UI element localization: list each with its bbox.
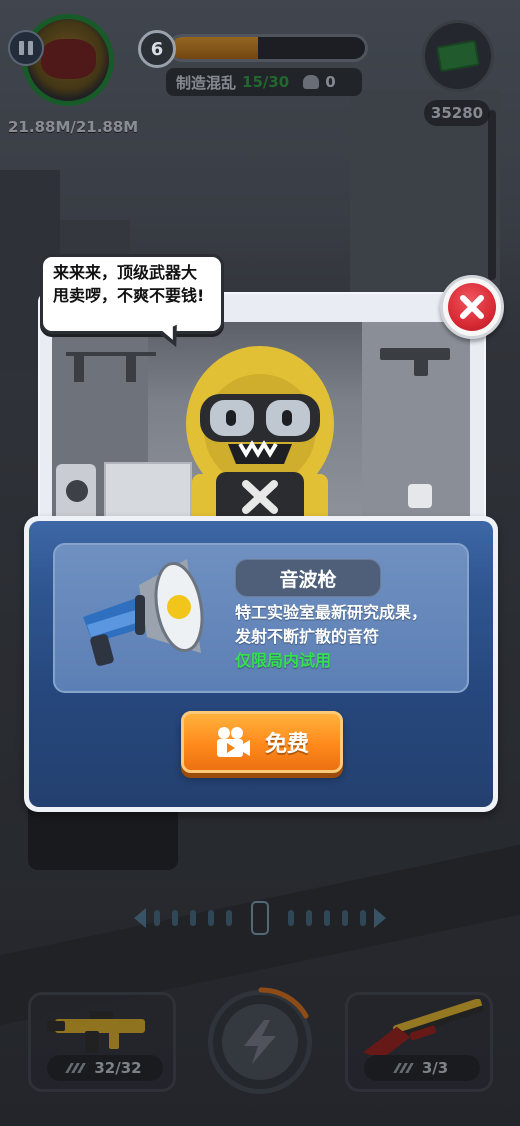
- power-socket: [408, 484, 432, 508]
- skull-icon: [66, 480, 88, 502]
- free-label: 免费: [264, 732, 309, 757]
- close-icon: [460, 295, 484, 319]
- desc-line-1: 特工实验室最新研究成果，: [235, 603, 428, 622]
- shopkeeper-agent: [186, 346, 334, 534]
- megaphone-icon: [83, 559, 204, 666]
- trial-limit-note: 仅限局内试用: [235, 651, 332, 670]
- pistol-icon: [380, 348, 450, 376]
- video-icon: [216, 727, 250, 757]
- level-badge: 6: [138, 30, 176, 68]
- weapon-offer-panel: 音波枪 特工实验室最新研究成果， 发射不断扩散的音符 仅限局内试用 免费: [24, 516, 498, 812]
- shopkeeper-speech-bubble: 来来来，顶级武器大甩卖啰，不爽不要钱!: [40, 254, 224, 334]
- free-claim-button[interactable]: 免费: [181, 711, 343, 773]
- weapon-description: 特工实验室最新研究成果， 发射不断扩散的音符 仅限局内试用: [235, 601, 427, 673]
- desc-line-2: 发射不断扩散的音符: [235, 627, 380, 646]
- close-button[interactable]: [440, 275, 504, 339]
- weapon-name: 音波枪: [235, 559, 381, 597]
- weapon-info-card: 音波枪 特工实验室最新研究成果， 发射不断扩散的音符 仅限局内试用: [53, 543, 469, 693]
- hazard-can: [56, 464, 96, 522]
